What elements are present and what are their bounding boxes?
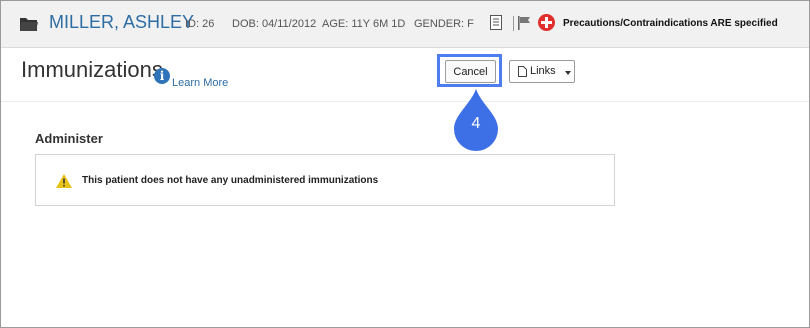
patient-header: MILLER, ASHLEY ID: 26 DOB: 04/11/2012 AG…: [1, 1, 809, 48]
step-number: 4: [471, 115, 481, 132]
patient-age: AGE: 11Y 6M 1D: [322, 18, 406, 30]
folder-icon[interactable]: [20, 17, 38, 31]
plus-circle-icon[interactable]: [538, 14, 555, 31]
flag-icon[interactable]: [518, 16, 531, 30]
links-dropdown-button[interactable]: Links: [509, 60, 575, 83]
info-icon[interactable]: i: [154, 68, 170, 84]
alert-message: This patient does not have any unadminis…: [82, 175, 379, 186]
administer-heading: Administer: [35, 131, 103, 146]
patient-name[interactable]: MILLER, ASHLEY: [49, 12, 194, 33]
cancel-button[interactable]: Cancel: [445, 60, 496, 83]
document-copy-icon: [518, 66, 527, 77]
chevron-down-icon: [565, 71, 571, 75]
document-icon[interactable]: [490, 15, 502, 30]
administer-alert: This patient does not have any unadminis…: [35, 154, 615, 206]
patient-gender: GENDER: F: [414, 18, 474, 30]
learn-more-link[interactable]: Learn More: [172, 77, 228, 89]
patient-dob: DOB: 04/11/2012: [232, 18, 317, 30]
warning-icon: [56, 174, 72, 188]
links-label: Links: [530, 65, 556, 77]
application-window: MILLER, ASHLEY ID: 26 DOB: 04/11/2012 AG…: [0, 0, 810, 328]
precautions-status[interactable]: Precautions/Contraindications ARE specif…: [563, 18, 778, 29]
title-divider: [1, 101, 809, 102]
page-title: Immunizations: [21, 57, 163, 82]
patient-id: ID: 26: [185, 18, 215, 30]
header-separator: [513, 16, 514, 31]
